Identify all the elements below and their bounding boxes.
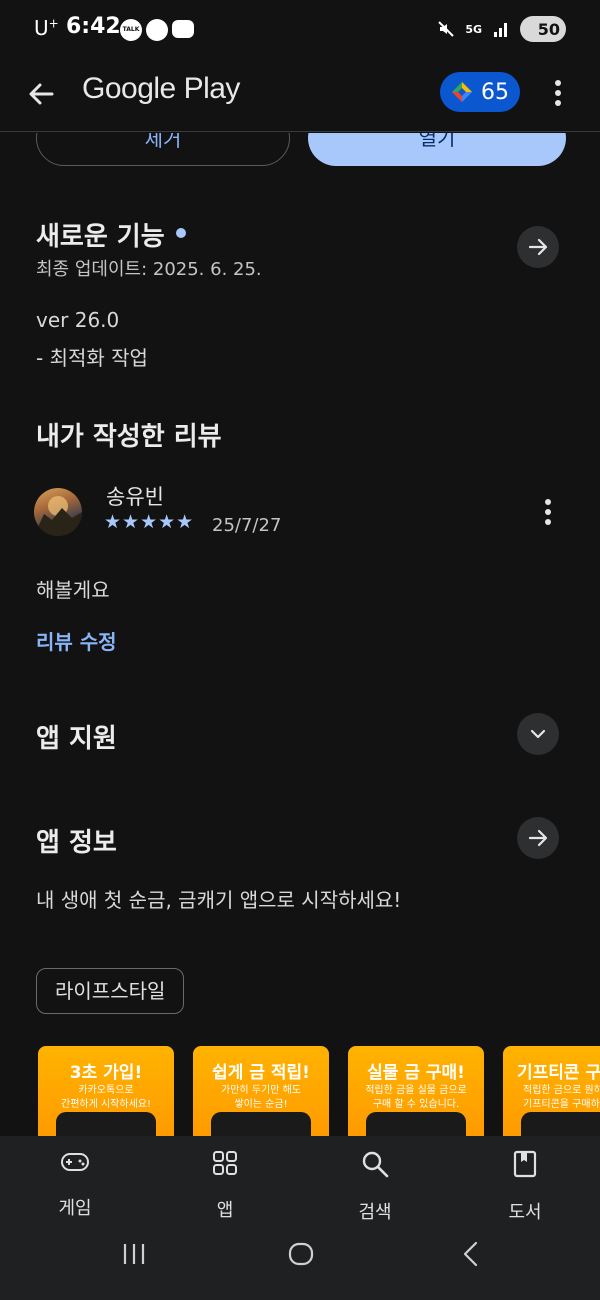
network-label: 5G [465, 22, 482, 36]
category-chip[interactable]: 라이프스타일 [36, 968, 185, 1014]
nav-search-label: 검색 [358, 1202, 392, 1223]
version-text: ver 26.0 [36, 308, 120, 332]
play-points-icon [452, 82, 472, 102]
uninstall-button[interactable]: 제거 [36, 133, 290, 166]
screenshot-caption: 가만히 두기만 해도 쌓이는 순금! [221, 1085, 301, 1110]
edit-review-link[interactable]: 리뷰 수정 [36, 626, 117, 655]
nav-games[interactable]: 게임 [25, 1150, 125, 1220]
search-icon [362, 1151, 389, 1178]
more-options-button[interactable] [548, 78, 568, 108]
review-text: 해볼게요 [36, 578, 110, 602]
gamepad-icon [61, 1153, 89, 1171]
back-button[interactable] [22, 74, 62, 114]
avatar-photo [34, 496, 82, 536]
play-points-button[interactable]: 65 [440, 72, 520, 112]
nav-books[interactable]: 도서 [475, 1150, 575, 1224]
release-notes: - 최적화 작업 [36, 346, 148, 370]
back-arrow-icon [29, 83, 54, 105]
account-icon [146, 19, 168, 41]
screenshot-3[interactable]: 실물 금 구매! 적립한 금을 실물 금으로 구매 할 수 있습니다. [348, 1046, 484, 1146]
review-date: 25/7/27 [212, 515, 282, 536]
whats-new-title: 새로운 기능 [36, 222, 165, 252]
screenshot-title: 실물 금 구매! [367, 1063, 465, 1083]
review-more-button[interactable] [538, 497, 558, 527]
nav-games-label: 게임 [58, 1198, 92, 1219]
more-vert-icon [555, 80, 561, 106]
screenshot-title: 기프티콘 구 [517, 1063, 600, 1083]
screenshot-2[interactable]: 쉽게 금 적립! 가만히 두기만 해도 쌓이는 순금! [193, 1046, 329, 1146]
signal-icon [494, 23, 507, 37]
new-indicator-dot [176, 228, 186, 238]
nav-apps[interactable]: 앱 [175, 1150, 275, 1222]
screenshot-title: 3초 가입! [69, 1063, 143, 1083]
status-right: 5G 50 [437, 16, 566, 42]
reviewer-avatar [34, 488, 82, 536]
screenshot-caption: 적립한 금을 실물 금으로 구매 할 수 있습니다. [365, 1085, 467, 1110]
talk-icon: TALK [120, 19, 142, 41]
app-support-expand-button[interactable] [517, 713, 559, 755]
points-count: 65 [481, 79, 509, 105]
discord-icon [172, 20, 194, 38]
about-title: 앱 정보 [36, 828, 117, 858]
screenshot-4[interactable]: 기프티콘 구 적립한 금으로 원하 기프티콘을 구매하 [503, 1046, 600, 1146]
chevron-down-icon [530, 729, 546, 739]
action-buttons-clip: 제거 열기 [0, 133, 600, 173]
home-icon [288, 1242, 314, 1266]
app-support-title: 앱 지원 [36, 724, 117, 754]
open-button[interactable]: 열기 [308, 133, 566, 166]
nav-books-label: 도서 [508, 1202, 542, 1223]
page-title: Google Play [82, 72, 240, 105]
app-bar: Google Play 65 [0, 60, 600, 132]
star-rating: ★★★★★ [104, 511, 195, 533]
home-button[interactable] [287, 1240, 315, 1272]
carrier-label: U+ [34, 16, 59, 40]
arrow-forward-icon [528, 829, 548, 847]
clock: 6:42 [66, 14, 121, 39]
reviewer-name: 송유빈 [106, 485, 164, 509]
last-updated: 최종 업데이트: 2025. 6. 25. [36, 259, 262, 280]
battery-icon: 50 [520, 16, 566, 42]
app-description: 내 생애 첫 순금, 금캐기 앱으로 시작하세요! [36, 888, 402, 912]
arrow-forward-icon [528, 238, 548, 256]
system-back-button[interactable] [458, 1240, 486, 1272]
battery-level: 50 [537, 19, 560, 39]
whats-new-arrow-button[interactable] [517, 226, 559, 268]
book-icon [513, 1150, 537, 1178]
recents-button[interactable] [120, 1240, 148, 1272]
nav-search[interactable]: 검색 [325, 1150, 425, 1224]
chevron-left-icon [463, 1241, 478, 1267]
screenshot-1[interactable]: 3초 가입! 카카오톡으로 간편하게 시작하세요! [38, 1046, 174, 1146]
about-arrow-button[interactable] [517, 817, 559, 859]
recents-icon [123, 1244, 145, 1264]
screenshot-caption: 카카오톡으로 간편하게 시작하세요! [61, 1085, 151, 1110]
nav-apps-label: 앱 [216, 1200, 234, 1221]
screenshot-title: 쉽게 금 적립! [212, 1063, 310, 1083]
apps-grid-icon [213, 1151, 237, 1175]
mute-icon [438, 21, 455, 37]
more-vert-icon [545, 499, 551, 525]
status-bar: U+ 6:42 TALK 5G 50 [0, 0, 600, 60]
my-review-title: 내가 작성한 리뷰 [36, 422, 222, 452]
screenshot-caption: 적립한 금으로 원하 기프티콘을 구매하 [523, 1085, 600, 1110]
